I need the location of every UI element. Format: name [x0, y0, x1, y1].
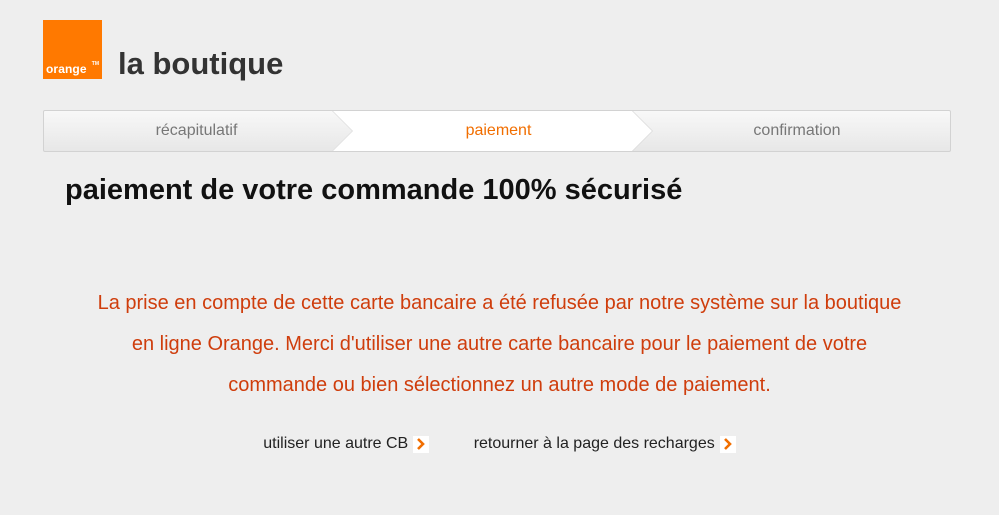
- shop-title: la boutique: [118, 46, 284, 81]
- page-title: paiement de votre commande 100% sécurisé: [65, 174, 683, 206]
- error-line: La prise en compte de cette carte bancai…: [97, 292, 902, 314]
- page: TM orange la boutique récapitulatif paie…: [0, 0, 999, 515]
- logo-text: orange: [46, 62, 87, 76]
- checkout-progress: récapitulatif paiement confirmation: [43, 110, 951, 152]
- chevron-right-icon: [413, 435, 430, 453]
- back-to-recharges-label: retourner à la page des recharges: [473, 435, 715, 452]
- payment-error-message: La prise en compte de cette carte bancai…: [30, 283, 969, 406]
- use-other-card-label: utiliser une autre CB: [263, 435, 409, 452]
- logo-trademark: TM: [91, 61, 99, 67]
- chevron-right-icon: [719, 435, 736, 453]
- back-to-recharges-link[interactable]: retourner à la page des recharges: [474, 435, 736, 453]
- step-confirmation: confirmation: [753, 122, 841, 139]
- orange-logo[interactable]: TM orange: [43, 20, 102, 79]
- error-line: commande ou bien sélectionnez un autre m…: [228, 374, 771, 396]
- step-paiement: paiement: [465, 122, 532, 139]
- error-line: en ligne Orange. Merci d'utiliser une au…: [131, 333, 868, 355]
- use-other-card-link[interactable]: utiliser une autre CB: [263, 435, 430, 453]
- action-links: utiliser une autre CB retourner à la pag…: [0, 435, 999, 453]
- step-recapitulatif: récapitulatif: [155, 122, 238, 139]
